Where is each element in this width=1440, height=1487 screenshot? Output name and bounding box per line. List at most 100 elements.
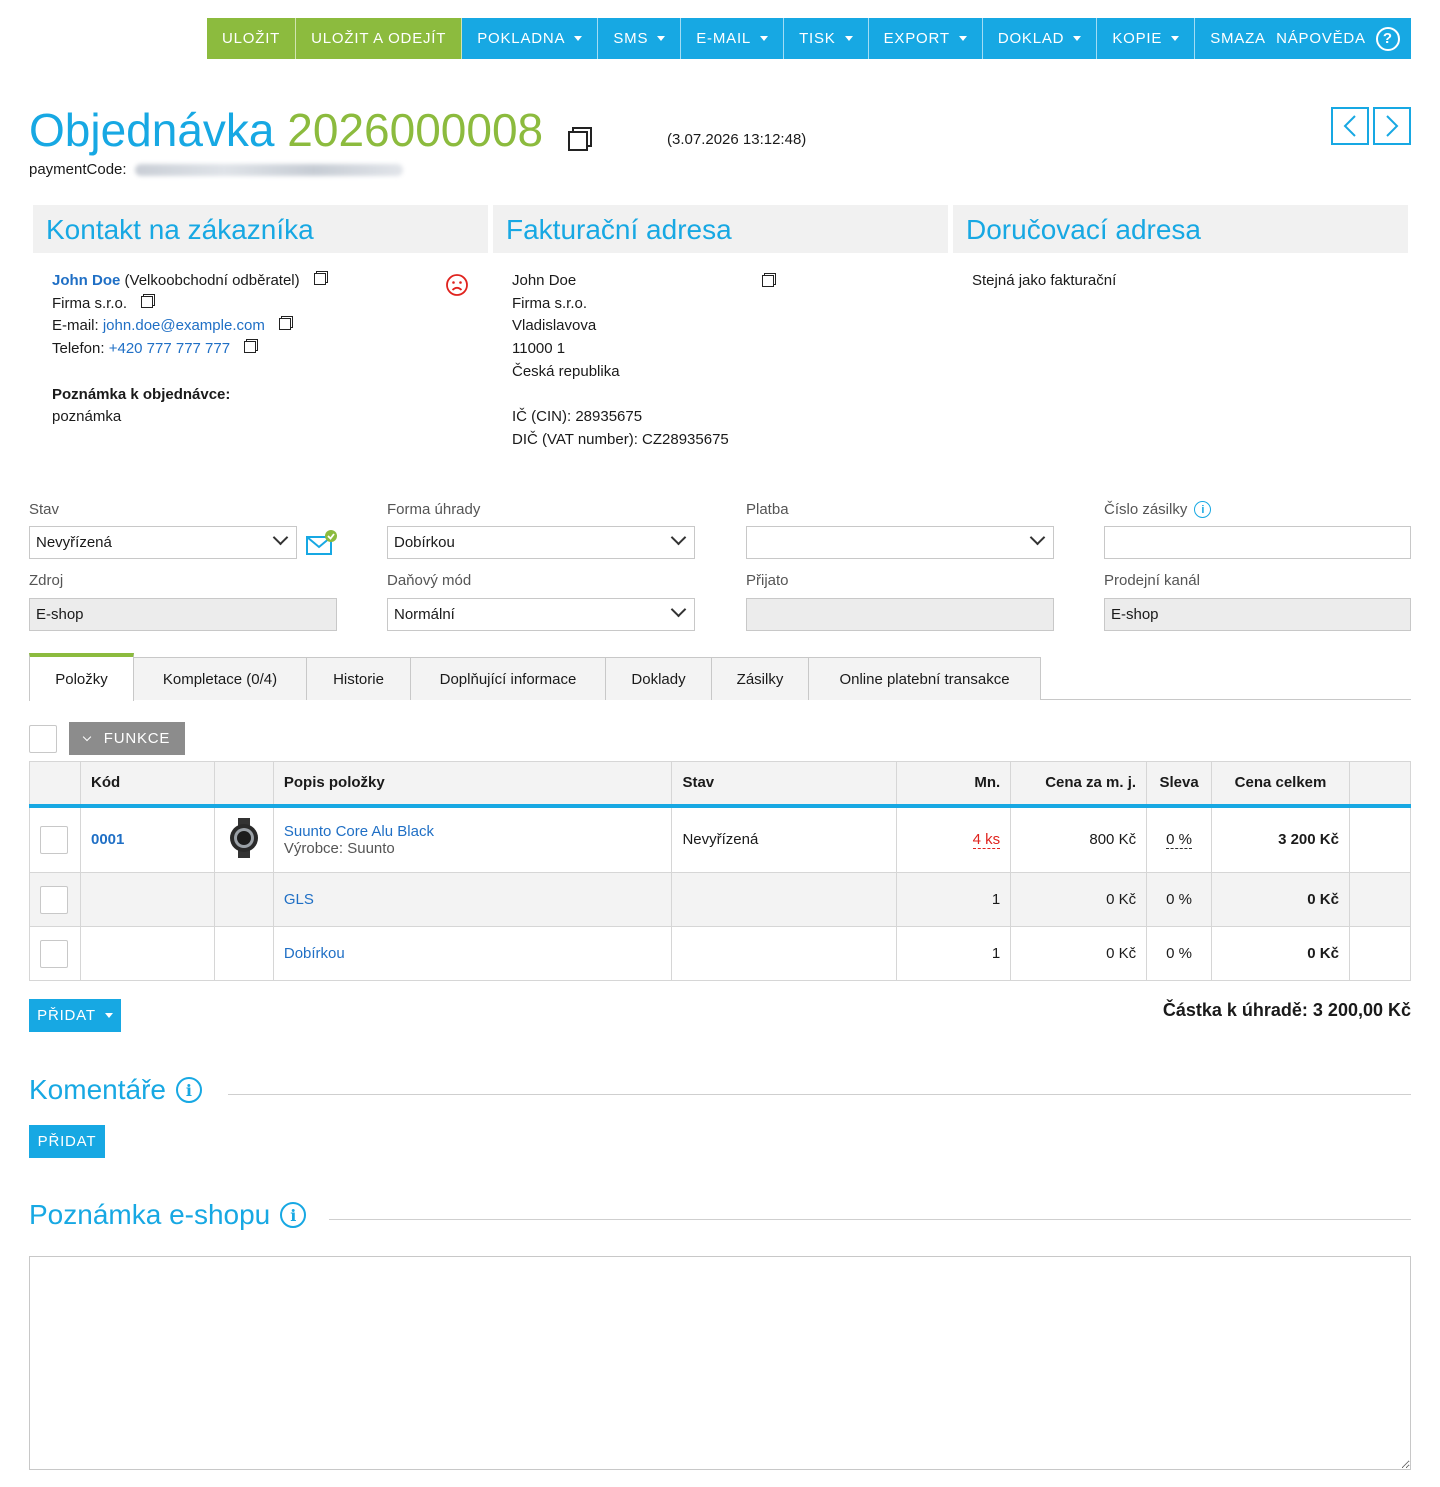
sales-channel-label: Prodejní kanál (1104, 572, 1200, 589)
column-header-discount[interactable]: Sleva (1146, 761, 1212, 808)
eshop-note-textarea[interactable] (29, 1256, 1411, 1470)
email-notification-icon[interactable] (306, 529, 338, 557)
copy-icon[interactable] (244, 339, 259, 354)
table-row: GLS 1 0 Kč 0 % 0 Kč (29, 872, 1412, 927)
export-button[interactable]: EXPORT (868, 18, 983, 59)
tab-additional-info[interactable]: Doplňující informace (410, 657, 606, 700)
copy-icon[interactable] (141, 293, 156, 308)
chevron-down-icon (670, 601, 687, 618)
column-header-total[interactable]: Cena celkem (1211, 761, 1350, 808)
next-order-button[interactable] (1373, 107, 1411, 145)
table-row: Dobírkou 1 0 Kč 0 % 0 Kč (29, 926, 1412, 981)
column-header-quantity[interactable]: Mn. (896, 761, 1011, 808)
customer-phone-link[interactable]: +420 777 777 777 (109, 340, 230, 357)
column-header-image (213, 761, 274, 808)
help-button[interactable]: NÁPOVĚDA ? (1265, 18, 1411, 59)
sms-button[interactable]: SMS (598, 18, 682, 59)
export-label: EXPORT (883, 30, 950, 47)
pokladna-button[interactable]: POKLADNA (462, 18, 599, 59)
payment-code: paymentCode: (29, 161, 403, 178)
item-discount[interactable]: 0 % (1166, 831, 1192, 850)
title-word: Objednávka (29, 104, 275, 156)
pokladna-label: POKLADNA (477, 30, 566, 47)
add-comment-button[interactable]: PŘIDAT (29, 1125, 105, 1158)
column-header-actions (1348, 761, 1412, 808)
divider (228, 1094, 1411, 1095)
item-name-link[interactable]: GLS (284, 891, 314, 908)
chevron-right-icon (1386, 115, 1399, 137)
copy-icon[interactable] (279, 316, 293, 331)
copy-button[interactable]: KOPIE (1097, 18, 1196, 59)
payment-select[interactable] (746, 526, 1054, 559)
item-discount: 0 % (1146, 926, 1212, 981)
caret-down-icon (958, 36, 967, 41)
column-header-select (29, 761, 81, 808)
table-header-row: Kód Popis položky Stav Mn. Cena za m. j.… (29, 761, 1412, 808)
item-code-link[interactable]: 0001 (91, 831, 124, 848)
item-quantity[interactable]: 4 ks (972, 831, 1001, 850)
comments-title: Komentáře (29, 1074, 166, 1105)
column-header-description[interactable]: Popis položky (272, 761, 672, 808)
add-item-button[interactable]: PŘIDAT (29, 999, 121, 1032)
save-button[interactable]: ULOŽIT (207, 18, 297, 59)
copy-icon[interactable] (568, 127, 592, 151)
item-total: 0 Kč (1211, 872, 1350, 927)
item-name-link[interactable]: Suunto Core Alu Black (284, 823, 434, 840)
item-unit-price: 0 Kč (1010, 926, 1147, 981)
row-checkbox[interactable] (40, 825, 68, 854)
billing-ic: IČ (CIN): 28935675 (512, 408, 643, 426)
order-note-label: Poznámka k objednávce: (52, 385, 231, 403)
eshop-note-heading: Poznámka e-shopu i (29, 1199, 307, 1231)
amount-due: Částka k úhradě: 3 200,00 Kč (1162, 1000, 1411, 1020)
help-label: NÁPOVĚDA (1276, 30, 1366, 47)
sales-channel-field: E-shop (1104, 598, 1411, 631)
billing-heading: Fakturační adresa (493, 205, 948, 253)
info-icon[interactable]: i (1194, 501, 1212, 518)
caret-down-icon (1073, 36, 1082, 41)
delivery-text: Stejná jako fakturační (972, 272, 1117, 289)
info-icon[interactable]: i (175, 1077, 202, 1103)
shipment-number-label-wrap: Číslo zásilky i (1104, 501, 1212, 518)
save-and-exit-button[interactable]: ULOŽIT A ODEJÍT (296, 18, 463, 59)
column-header-unit-price[interactable]: Cena za m. j. (1010, 761, 1147, 808)
status-select[interactable]: Nevyřízená (29, 526, 297, 559)
item-status (671, 872, 897, 927)
payment-code-label: paymentCode: (29, 161, 127, 178)
copy-icon[interactable] (762, 273, 776, 287)
caret-down-icon (844, 36, 853, 41)
item-unit-price: 800 Kč (1010, 805, 1147, 873)
tax-mode-select[interactable]: Normální (387, 598, 695, 631)
caret-down-icon (657, 36, 666, 41)
tab-shipments[interactable]: Zásilky (711, 657, 809, 700)
customer-email-link[interactable]: john.doe@example.com (103, 317, 265, 334)
billing-line: Firma s.r.o. (512, 294, 588, 312)
row-checkbox[interactable] (40, 885, 68, 914)
print-button[interactable]: TISK (784, 18, 869, 59)
item-quantity: 1 (896, 872, 1011, 927)
row-checkbox[interactable] (40, 939, 68, 968)
column-header-status[interactable]: Stav (671, 761, 897, 808)
item-status: Nevyřízená (671, 805, 897, 873)
tab-history[interactable]: Historie (306, 657, 411, 700)
column-header-code[interactable]: Kód (79, 761, 215, 808)
select-all-checkbox[interactable] (29, 725, 57, 753)
email-button[interactable]: E-MAIL (681, 18, 785, 59)
previous-order-button[interactable] (1331, 107, 1369, 145)
copy-icon[interactable] (313, 271, 328, 285)
email-label: E-MAIL (696, 30, 752, 47)
billing-line: Česká republika (512, 362, 620, 380)
shipment-number-input[interactable] (1104, 526, 1411, 559)
payment-method-select[interactable]: Dobírkou (387, 526, 695, 559)
delivery-heading: Doručovací adresa (953, 205, 1408, 253)
document-button[interactable]: DOKLAD (982, 18, 1098, 59)
shipment-number-label: Číslo zásilky (1104, 501, 1188, 518)
tab-documents[interactable]: Doklady (605, 657, 712, 700)
tab-payment-transactions[interactable]: Online platební transakce (808, 657, 1041, 700)
chevron-down-icon (82, 732, 91, 741)
item-name-link[interactable]: Dobírkou (284, 945, 345, 962)
tab-items[interactable]: Položky (29, 653, 134, 701)
tab-completion[interactable]: Kompletace (0/4) (133, 657, 307, 700)
functions-button[interactable]: FUNKCE (69, 722, 185, 755)
info-icon[interactable]: i (280, 1202, 307, 1228)
customer-name-link[interactable]: John Doe (52, 272, 120, 289)
